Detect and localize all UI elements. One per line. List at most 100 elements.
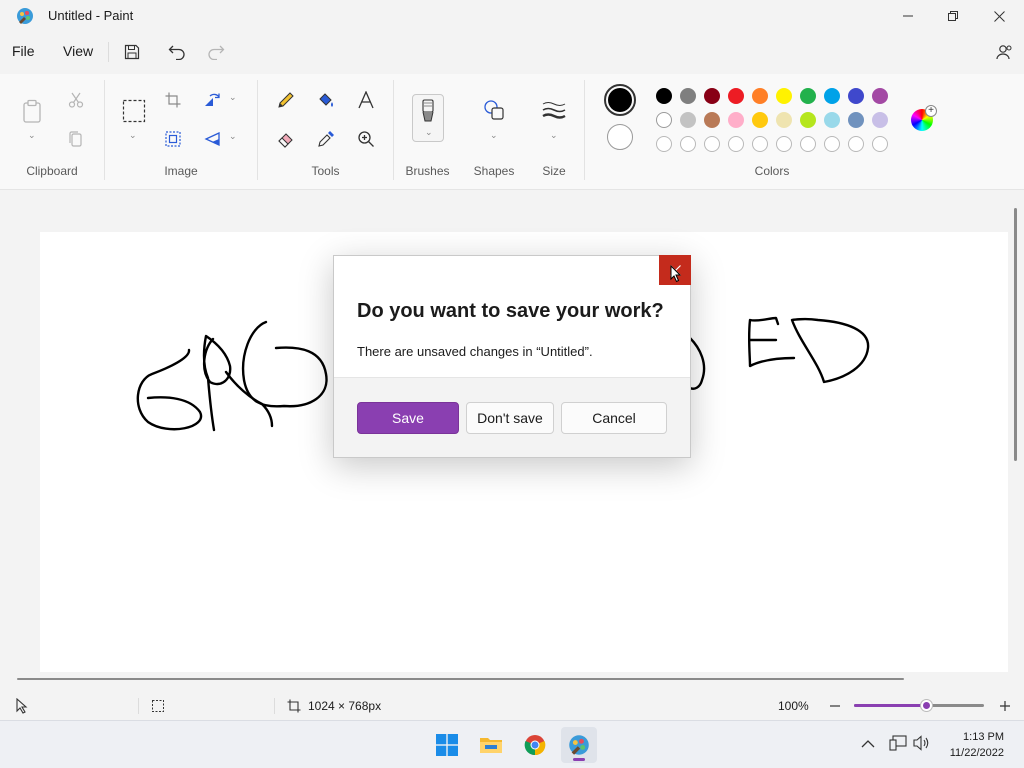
- color-swatch[interactable]: [776, 88, 792, 104]
- custom-color-slot[interactable]: [752, 136, 768, 152]
- flip-button[interactable]: [199, 125, 227, 153]
- image-group: ⌄ ⌄ ⌄ Image: [105, 74, 257, 190]
- color-picker-button[interactable]: [312, 125, 340, 153]
- shapes-button[interactable]: [480, 96, 508, 124]
- flip-chevron-icon[interactable]: ⌄: [229, 131, 237, 142]
- color-swatch[interactable]: [824, 88, 840, 104]
- text-button[interactable]: [352, 86, 380, 114]
- color-swatch[interactable]: [656, 88, 672, 104]
- zoom-out-button[interactable]: [826, 696, 844, 716]
- color-swatch[interactable]: [728, 88, 744, 104]
- dialog-close-button[interactable]: [659, 255, 691, 285]
- color-swatch[interactable]: [848, 112, 864, 128]
- start-button[interactable]: [429, 727, 465, 763]
- brushes-group-label: Brushes: [405, 164, 450, 178]
- show-hidden-icons-button[interactable]: [861, 737, 875, 755]
- crop-icon: [165, 92, 181, 108]
- color-swatch[interactable]: [872, 88, 888, 104]
- save-button[interactable]: Save: [357, 402, 459, 434]
- color-swatch[interactable]: [872, 112, 888, 128]
- color-swatch[interactable]: [704, 88, 720, 104]
- color-swatch[interactable]: [776, 112, 792, 128]
- paint-taskbar-button[interactable]: [561, 727, 597, 763]
- minimize-icon: [903, 15, 913, 17]
- primary-color-button[interactable]: [604, 84, 636, 116]
- restore-icon: [948, 11, 958, 21]
- size-button[interactable]: [540, 96, 568, 124]
- brushes-button[interactable]: ⌄: [412, 94, 444, 142]
- color-swatch[interactable]: [704, 112, 720, 128]
- minimize-button[interactable]: [885, 0, 931, 32]
- zoom-slider[interactable]: [854, 699, 984, 712]
- magnifier-button[interactable]: [352, 125, 380, 153]
- vertical-scrollbar[interactable]: [1014, 208, 1017, 461]
- minus-icon: [830, 705, 840, 707]
- cut-button[interactable]: [62, 86, 90, 114]
- color-swatch[interactable]: [752, 112, 768, 128]
- file-explorer-button[interactable]: [473, 727, 509, 763]
- network-button[interactable]: [889, 735, 907, 756]
- color-swatch[interactable]: [728, 112, 744, 128]
- zoom-in-button[interactable]: [996, 696, 1014, 716]
- save-dialog: Do you want to save your work? There are…: [333, 255, 691, 458]
- chevron-up-icon: [861, 740, 875, 748]
- edit-colors-button[interactable]: +: [911, 105, 937, 131]
- rotate-chevron-icon[interactable]: ⌄: [229, 92, 237, 103]
- horizontal-scrollbar[interactable]: [17, 678, 904, 680]
- color-swatch[interactable]: [800, 112, 816, 128]
- rotate-button[interactable]: [199, 86, 227, 114]
- chrome-button[interactable]: [517, 727, 553, 763]
- clipboard-group-label: Clipboard: [26, 164, 78, 178]
- pencil-button[interactable]: [272, 86, 300, 114]
- paste-icon: [23, 99, 41, 123]
- close-window-button[interactable]: [976, 0, 1022, 32]
- status-divider: [138, 698, 139, 714]
- select-button[interactable]: [119, 96, 149, 126]
- restore-button[interactable]: [930, 0, 976, 32]
- account-button[interactable]: [990, 40, 1018, 64]
- color-swatch[interactable]: [824, 112, 840, 128]
- custom-color-slot[interactable]: [848, 136, 864, 152]
- colors-group: + Colors: [585, 74, 959, 190]
- paste-chevron-icon[interactable]: ⌄: [28, 130, 36, 141]
- resize-icon: [165, 131, 181, 147]
- custom-color-slot[interactable]: [776, 136, 792, 152]
- zoom-slider-thumb[interactable]: [919, 699, 933, 712]
- color-swatch[interactable]: [848, 88, 864, 104]
- redo-button[interactable]: [202, 40, 230, 64]
- custom-color-slot[interactable]: [704, 136, 720, 152]
- menu-view[interactable]: View: [63, 43, 93, 59]
- crop-button[interactable]: [159, 86, 187, 114]
- fill-button[interactable]: [312, 86, 340, 114]
- image-group-label: Image: [164, 164, 198, 178]
- resize-button[interactable]: [159, 125, 187, 153]
- eraser-button[interactable]: [272, 125, 300, 153]
- taskbar: 1:13 PM 11/22/2022: [0, 720, 1024, 768]
- paste-button[interactable]: [18, 96, 46, 126]
- shapes-chevron-icon[interactable]: ⌄: [490, 130, 498, 141]
- save-icon: [124, 44, 140, 60]
- menu-file[interactable]: File: [12, 43, 35, 59]
- custom-color-slot[interactable]: [656, 136, 672, 152]
- volume-button[interactable]: [913, 735, 931, 756]
- secondary-color-button[interactable]: [607, 124, 633, 150]
- save-quick-button[interactable]: [118, 40, 146, 64]
- color-swatch[interactable]: [680, 88, 696, 104]
- custom-color-slot[interactable]: [872, 136, 888, 152]
- color-swatch[interactable]: [680, 112, 696, 128]
- custom-color-slot[interactable]: [800, 136, 816, 152]
- size-group-label: Size: [542, 164, 566, 178]
- custom-color-slot[interactable]: [824, 136, 840, 152]
- system-clock[interactable]: 1:13 PM 11/22/2022: [950, 729, 1004, 761]
- size-chevron-icon[interactable]: ⌄: [550, 130, 558, 141]
- copy-button[interactable]: [62, 125, 90, 153]
- custom-color-slot[interactable]: [728, 136, 744, 152]
- color-swatch[interactable]: [752, 88, 768, 104]
- color-swatch[interactable]: [800, 88, 816, 104]
- custom-color-slot[interactable]: [680, 136, 696, 152]
- cancel-button[interactable]: Cancel: [561, 402, 667, 434]
- dont-save-button[interactable]: Don't save: [466, 402, 554, 434]
- color-swatch[interactable]: [656, 112, 672, 128]
- select-chevron-icon[interactable]: ⌄: [129, 130, 137, 141]
- undo-button[interactable]: [163, 40, 191, 64]
